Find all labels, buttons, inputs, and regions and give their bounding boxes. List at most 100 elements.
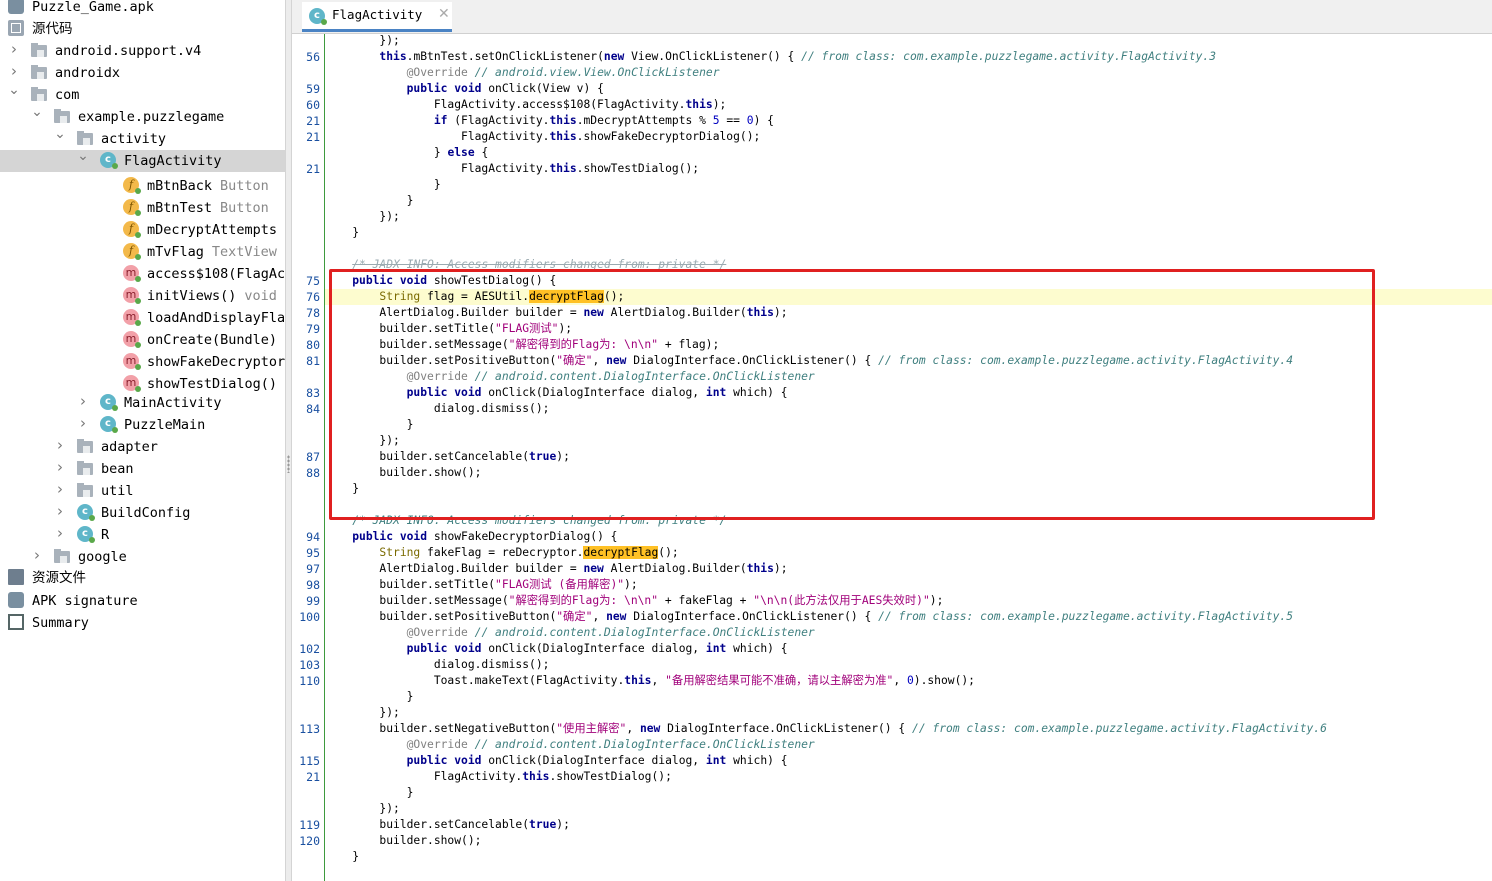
tree-item-example-puzzlegame[interactable]: ⌄ example.puzzlegame [0, 105, 285, 128]
code-line[interactable]: builder.show(); [325, 465, 1492, 481]
code-line[interactable]: } else { [325, 145, 1492, 161]
code-line[interactable]: @Override // android.content.DialogInter… [325, 737, 1492, 753]
code-line[interactable]: if (FlagActivity.this.mDecryptAttempts %… [325, 113, 1492, 129]
code-line[interactable]: public void onClick(DialogInterface dial… [325, 385, 1492, 401]
tree-item-mtvflag[interactable]: f mTvFlag TextView [0, 241, 285, 263]
tree-item-activity[interactable]: ⌄ activity [0, 127, 285, 150]
tree-item-access-108-flagactivity-void[interactable]: m access$108(FlagActivity) void [0, 263, 285, 285]
tree-item-mbtnback[interactable]: f mBtnBack Button [0, 175, 285, 197]
tab-flagactivity[interactable]: c FlagActivity ✕ [302, 2, 452, 32]
tree-item-[interactable]: 源代码 [0, 18, 285, 40]
code-line[interactable]: @Override // android.view.View.OnClickLi… [325, 65, 1492, 81]
code-line[interactable]: /* JADX INFO: Access modifiers changed f… [325, 513, 1492, 529]
code-area[interactable]: }); this.mBtnTest.setOnClickListener(new… [325, 34, 1492, 881]
chevron-down-icon[interactable]: ⌄ [8, 83, 20, 97]
tree-item-bean[interactable]: › bean [0, 458, 285, 480]
code-editor[interactable]: c FlagActivity ✕ 56 59 60 21 21 21 75 76 78 79 80 8… [292, 0, 1492, 881]
tree-item-androidx[interactable]: › androidx [0, 62, 285, 84]
tree-item-apk-signature[interactable]: APK signature [0, 590, 285, 612]
code-line[interactable]: Toast.makeText(FlagActivity.this, "备用解密结… [325, 673, 1492, 689]
code-line[interactable]: @Override // android.content.DialogInter… [325, 369, 1492, 385]
code-line[interactable]: @Override // android.content.DialogInter… [325, 625, 1492, 641]
tree-item-mainactivity[interactable]: › c MainActivity [0, 392, 285, 414]
code-line[interactable]: this.mBtnTest.setOnClickListener(new Vie… [325, 49, 1492, 65]
code-line[interactable]: }); [325, 209, 1492, 225]
code-line[interactable]: public void showTestDialog() { [325, 273, 1492, 289]
code-line[interactable]: } [325, 225, 1492, 241]
tree-item-flagactivity[interactable]: ⌄ c FlagActivity [0, 149, 285, 172]
code-line[interactable]: public void onClick(DialogInterface dial… [325, 753, 1492, 769]
tree-item-[interactable]: 资源文件 [0, 567, 285, 589]
code-line[interactable]: dialog.dismiss(); [325, 657, 1492, 673]
tree-item-puzzle-game-apk[interactable]: Puzzle_Game.apk [0, 0, 285, 18]
chevron-right-icon[interactable]: › [54, 482, 66, 497]
chevron-down-icon[interactable]: ⌄ [31, 105, 43, 119]
code-line[interactable]: builder.setCancelable(true); [325, 449, 1492, 465]
chevron-down-icon[interactable]: ⌄ [54, 127, 66, 141]
code-line[interactable]: }); [325, 34, 1492, 49]
chevron-right-icon[interactable]: › [77, 416, 89, 431]
tree-item-google[interactable]: › google [0, 546, 285, 568]
code-line[interactable]: }); [325, 705, 1492, 721]
code-line[interactable]: dialog.dismiss(); [325, 401, 1492, 417]
chevron-right-icon[interactable]: › [31, 548, 43, 563]
close-icon[interactable]: ✕ [438, 6, 450, 22]
tree-item-summary[interactable]: Summary [0, 612, 285, 634]
code-line[interactable]: builder.setNegativeButton("使用主解密", new D… [325, 721, 1492, 737]
code-line[interactable]: } [325, 689, 1492, 705]
chevron-right-icon[interactable]: › [77, 394, 89, 409]
tree-item-mdecryptattempts[interactable]: f mDecryptAttemptsint [0, 219, 285, 241]
chevron-right-icon[interactable]: › [54, 438, 66, 453]
tree-item-loadanddisplayflag-void[interactable]: m loadAndDisplayFlag() void [0, 307, 285, 329]
panel-splitter[interactable] [285, 0, 292, 881]
code-line[interactable]: public void showFakeDecryptorDialog() { [325, 529, 1492, 545]
splitter-grip[interactable] [287, 455, 290, 473]
chevron-right-icon[interactable]: › [8, 64, 20, 79]
code-line[interactable]: } [325, 785, 1492, 801]
code-line[interactable]: } [325, 417, 1492, 433]
chevron-right-icon[interactable]: › [54, 526, 66, 541]
code-line[interactable]: builder.setPositiveButton("确定", new Dial… [325, 353, 1492, 369]
code-line[interactable]: FlagActivity.this.showFakeDecryptorDialo… [325, 129, 1492, 145]
code-line[interactable]: AlertDialog.Builder builder = new AlertD… [325, 561, 1492, 577]
code-line[interactable]: }); [325, 801, 1492, 817]
tree-item-showfakedecryptordialog-void[interactable]: m showFakeDecryptorDialog() void [0, 351, 285, 373]
chevron-right-icon[interactable]: › [8, 42, 20, 57]
tree-item-com[interactable]: ⌄ com [0, 83, 285, 106]
code-line[interactable]: FlagActivity.this.showTestDialog(); [325, 161, 1492, 177]
code-line[interactable]: /* JADX INFO: Access modifiers changed f… [325, 257, 1492, 273]
chevron-down-icon[interactable]: ⌄ [77, 149, 89, 163]
code-line[interactable]: public void onClick(View v) { [325, 81, 1492, 97]
chevron-right-icon[interactable]: › [54, 504, 66, 519]
code-line[interactable]: } [325, 193, 1492, 209]
project-tree[interactable]: Puzzle_Game.apk 源代码 › android.support.v4 › an… [0, 0, 285, 881]
tree-item-util[interactable]: › util [0, 480, 285, 502]
code-line[interactable]: builder.setTitle("FLAG测试"); [325, 321, 1492, 337]
code-line[interactable]: builder.setCancelable(true); [325, 817, 1492, 833]
code-line[interactable]: public void onClick(DialogInterface dial… [325, 641, 1492, 657]
code-line[interactable]: }); [325, 433, 1492, 449]
tree-item-android-support-v4[interactable]: › android.support.v4 [0, 40, 285, 62]
code-line[interactable]: FlagActivity.access$108(FlagActivity.thi… [325, 97, 1492, 113]
code-line[interactable]: FlagActivity.this.showTestDialog(); [325, 769, 1492, 785]
tree-item-oncreate-bundle[interactable]: m onCreate(Bundle)void [0, 329, 285, 351]
chevron-right-icon[interactable]: › [54, 460, 66, 475]
tree-item-initviews[interactable]: m initViews() void [0, 285, 285, 307]
code-line[interactable]: } [325, 177, 1492, 193]
code-line[interactable]: } [325, 481, 1492, 497]
code-line[interactable]: AlertDialog.Builder builder = new AlertD… [325, 305, 1492, 321]
code-line[interactable]: builder.setMessage("解密得到的Flag为: \n\n" + … [325, 593, 1492, 609]
code-line[interactable]: builder.show(); [325, 833, 1492, 849]
tree-item-puzzlemain[interactable]: › c PuzzleMain [0, 414, 285, 436]
code-line[interactable]: builder.setPositiveButton("确定", new Dial… [325, 609, 1492, 625]
code-line[interactable]: builder.setTitle("FLAG测试 (备用解密)"); [325, 577, 1492, 593]
tree-item-mbtntest[interactable]: f mBtnTest Button [0, 197, 285, 219]
code-line[interactable]: builder.setMessage("解密得到的Flag为: \n\n" + … [325, 337, 1492, 353]
tree-item-buildconfig[interactable]: › c BuildConfig [0, 502, 285, 524]
code-line[interactable]: } [325, 849, 1492, 865]
code-line[interactable]: String fakeFlag = reDecryptor.decryptFla… [325, 545, 1492, 561]
code-line[interactable]: String flag = AESUtil.decryptFlag(); [325, 289, 1492, 305]
tree-item-r[interactable]: › c R [0, 524, 285, 546]
tree-item-adapter[interactable]: › adapter [0, 436, 285, 458]
